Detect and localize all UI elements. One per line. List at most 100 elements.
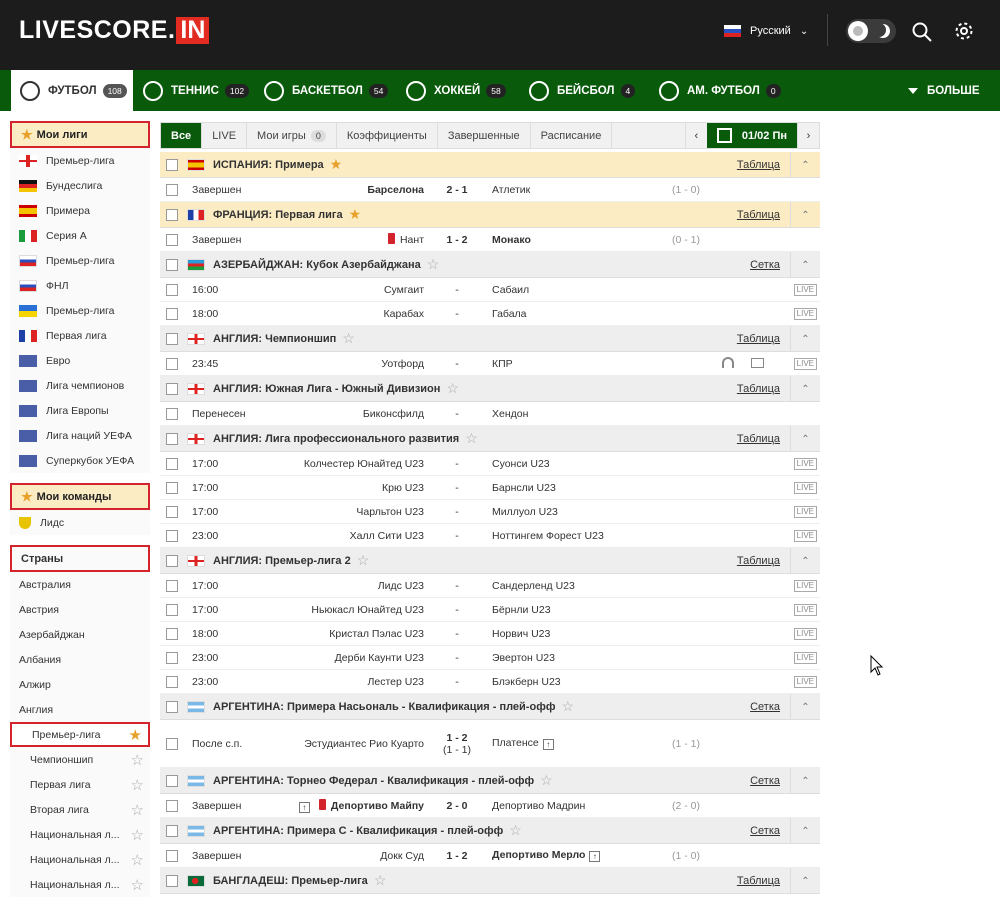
star-outline-icon[interactable]: ☆ <box>131 776 144 794</box>
sidebar-league[interactable]: Премьер-лига <box>10 298 150 323</box>
league-checkbox[interactable] <box>166 774 178 787</box>
sidebar-subleague[interactable]: Национальная л... ☆ <box>10 847 150 872</box>
match-row[interactable]: После с.п. Эстудиантес Рио Куарто 1 - 2(… <box>160 720 820 768</box>
collapse-chevron-icon[interactable]: ⌃ <box>790 868 820 894</box>
league-name[interactable]: АНГЛИЯ: Лига профессионального развития <box>213 433 459 445</box>
league-checkbox[interactable] <box>166 874 178 887</box>
league-name[interactable]: АРГЕНТИНА: Примера С - Квалификация - пл… <box>213 825 503 837</box>
match-row[interactable]: 23:00 Лестер U23 - Блэкберн U23 LIVE <box>160 670 820 694</box>
match-row[interactable]: 17:00 Чарльтон U23 - Миллуол U23 LIVE <box>160 500 820 524</box>
sidebar-country[interactable]: Азербайджан <box>10 622 150 647</box>
match-checkbox[interactable] <box>166 481 178 494</box>
match-row[interactable]: 18:00 Кристал Пэлас U23 - Норвич U23 LIV… <box>160 622 820 646</box>
match-checkbox[interactable] <box>166 849 178 862</box>
league-checkbox[interactable] <box>166 382 178 395</box>
star-outline-icon[interactable]: ☆ <box>131 751 144 769</box>
live-badge[interactable]: LIVE <box>793 604 817 616</box>
match-checkbox[interactable] <box>166 407 178 420</box>
match-row[interactable]: 17:00 Ньюкасл Юнайтед U23 - Бёрнли U23 L… <box>160 598 820 622</box>
sidebar-country[interactable]: Албания <box>10 647 150 672</box>
match-row[interactable]: Завершен Барселона 2 - 1 Атлетик (1 - 0) <box>160 178 820 202</box>
league-name[interactable]: АЗЕРБАЙДЖАН: Кубок Азербайджана <box>213 259 421 271</box>
match-checkbox[interactable] <box>166 627 178 640</box>
league-name[interactable]: АНГЛИЯ: Южная Лига - Южный Дивизион <box>213 383 440 395</box>
sidebar-league[interactable]: Суперкубок УЕФА <box>10 448 150 473</box>
sidebar-league[interactable]: Премьер-лига <box>10 248 150 273</box>
league-standings-link[interactable]: Сетка <box>750 701 780 713</box>
match-row[interactable]: 17:00 Лидс U23 - Сандерленд U23 LIVE <box>160 574 820 598</box>
match-row[interactable]: Завершен Нант 1 - 2 Монако (0 - 1) <box>160 228 820 252</box>
star-outline-icon[interactable]: ☆ <box>131 876 144 894</box>
league-standings-link[interactable]: Таблица <box>737 383 780 395</box>
sidebar-league[interactable]: Премьер-лига <box>10 148 150 173</box>
collapse-chevron-icon[interactable]: ⌃ <box>790 818 820 844</box>
star-outline-icon[interactable]: ☆ <box>446 380 459 397</box>
sidebar-subleague-premier-league[interactable]: Премьер-лига ★ <box>10 722 150 747</box>
star-outline-icon[interactable]: ☆ <box>131 851 144 869</box>
league-standings-link[interactable]: Таблица <box>737 555 780 567</box>
match-checkbox[interactable] <box>166 505 178 518</box>
live-badge[interactable]: LIVE <box>793 482 817 494</box>
tv-icon[interactable] <box>751 358 764 368</box>
star-icon[interactable]: ★ <box>330 156 343 173</box>
match-checkbox[interactable] <box>166 307 178 320</box>
league-checkbox[interactable] <box>166 158 178 171</box>
league-standings-link[interactable]: Таблица <box>737 333 780 345</box>
sidebar-league[interactable]: Первая лига <box>10 323 150 348</box>
match-checkbox[interactable] <box>166 579 178 592</box>
match-checkbox[interactable] <box>166 183 178 196</box>
site-logo[interactable]: LIVESCORE. IN <box>19 17 210 44</box>
league-checkbox[interactable] <box>166 332 178 345</box>
match-checkbox[interactable] <box>166 233 178 246</box>
match-checkbox[interactable] <box>166 357 178 370</box>
prev-day-button[interactable]: ‹ <box>684 123 707 148</box>
star-outline-icon[interactable]: ☆ <box>465 430 478 447</box>
collapse-chevron-icon[interactable]: ⌃ <box>790 376 820 402</box>
league-standings-link[interactable]: Таблица <box>737 875 780 887</box>
collapse-chevron-icon[interactable]: ⌃ <box>790 152 820 178</box>
sidebar-country[interactable]: Австралия <box>10 572 150 597</box>
sidebar-league[interactable]: Лига Европы <box>10 398 150 423</box>
match-checkbox[interactable] <box>166 675 178 688</box>
star-outline-icon[interactable]: ☆ <box>540 772 553 789</box>
star-outline-icon[interactable]: ☆ <box>357 552 370 569</box>
league-checkbox[interactable] <box>166 700 178 713</box>
sidebar-league[interactable]: Примера <box>10 198 150 223</box>
sidebar-league[interactable]: Бундеслига <box>10 173 150 198</box>
league-standings-link[interactable]: Таблица <box>737 159 780 171</box>
sidebar-subleague[interactable]: Вторая лига ☆ <box>10 797 150 822</box>
live-badge[interactable]: LIVE <box>793 506 817 518</box>
sidebar-league[interactable]: Лига чемпионов <box>10 373 150 398</box>
sidebar-league[interactable]: Серия А <box>10 223 150 248</box>
league-name[interactable]: АРГЕНТИНА: Торнео Федерал - Квалификация… <box>213 775 534 787</box>
star-outline-icon[interactable]: ☆ <box>427 256 440 273</box>
league-name[interactable]: АРГЕНТИНА: Примера Насьональ - Квалифика… <box>213 701 555 713</box>
match-checkbox[interactable] <box>166 283 178 296</box>
league-checkbox[interactable] <box>166 258 178 271</box>
match-row[interactable]: Завершен Докк Суд 1 - 2 Депортиво Мерло ↑… <box>160 844 820 868</box>
collapse-chevron-icon[interactable]: ⌃ <box>790 202 820 228</box>
sidebar-league[interactable]: Евро <box>10 348 150 373</box>
tab-basketball[interactable]: БАСКЕТБОЛ 54 <box>264 70 389 111</box>
live-badge[interactable]: LIVE <box>793 580 817 592</box>
tab-schedule[interactable]: Расписание <box>531 123 613 148</box>
headphones-icon[interactable] <box>722 357 734 368</box>
live-badge[interactable]: LIVE <box>793 308 817 320</box>
tab-live[interactable]: LIVE <box>202 123 248 148</box>
live-badge[interactable]: LIVE <box>793 628 817 640</box>
more-sports-button[interactable]: БОЛЬШЕ <box>908 70 980 111</box>
live-badge[interactable]: LIVE <box>793 358 817 370</box>
theme-toggle[interactable] <box>846 19 896 43</box>
tab-american-football[interactable]: АМ. ФУТБОЛ 0 <box>659 70 781 111</box>
league-standings-link[interactable]: Таблица <box>737 209 780 221</box>
sidebar-subleague[interactable]: Чемпионшип ☆ <box>10 747 150 772</box>
tab-football[interactable]: ФУТБОЛ 108 <box>11 70 133 111</box>
star-outline-icon[interactable]: ☆ <box>561 698 574 715</box>
match-row[interactable]: 23:45 Уотфорд - КПР LIVE <box>160 352 820 376</box>
league-checkbox[interactable] <box>166 208 178 221</box>
tab-finished[interactable]: Завершенные <box>438 123 531 148</box>
match-row[interactable]: Завершен ↑ Депортиво Майпу 2 - 0 Депортив… <box>160 794 820 818</box>
match-row[interactable]: 16:00 Сумгаит - Сабаил LIVE <box>160 278 820 302</box>
search-icon[interactable] <box>911 21 933 43</box>
live-badge[interactable]: LIVE <box>793 284 817 296</box>
